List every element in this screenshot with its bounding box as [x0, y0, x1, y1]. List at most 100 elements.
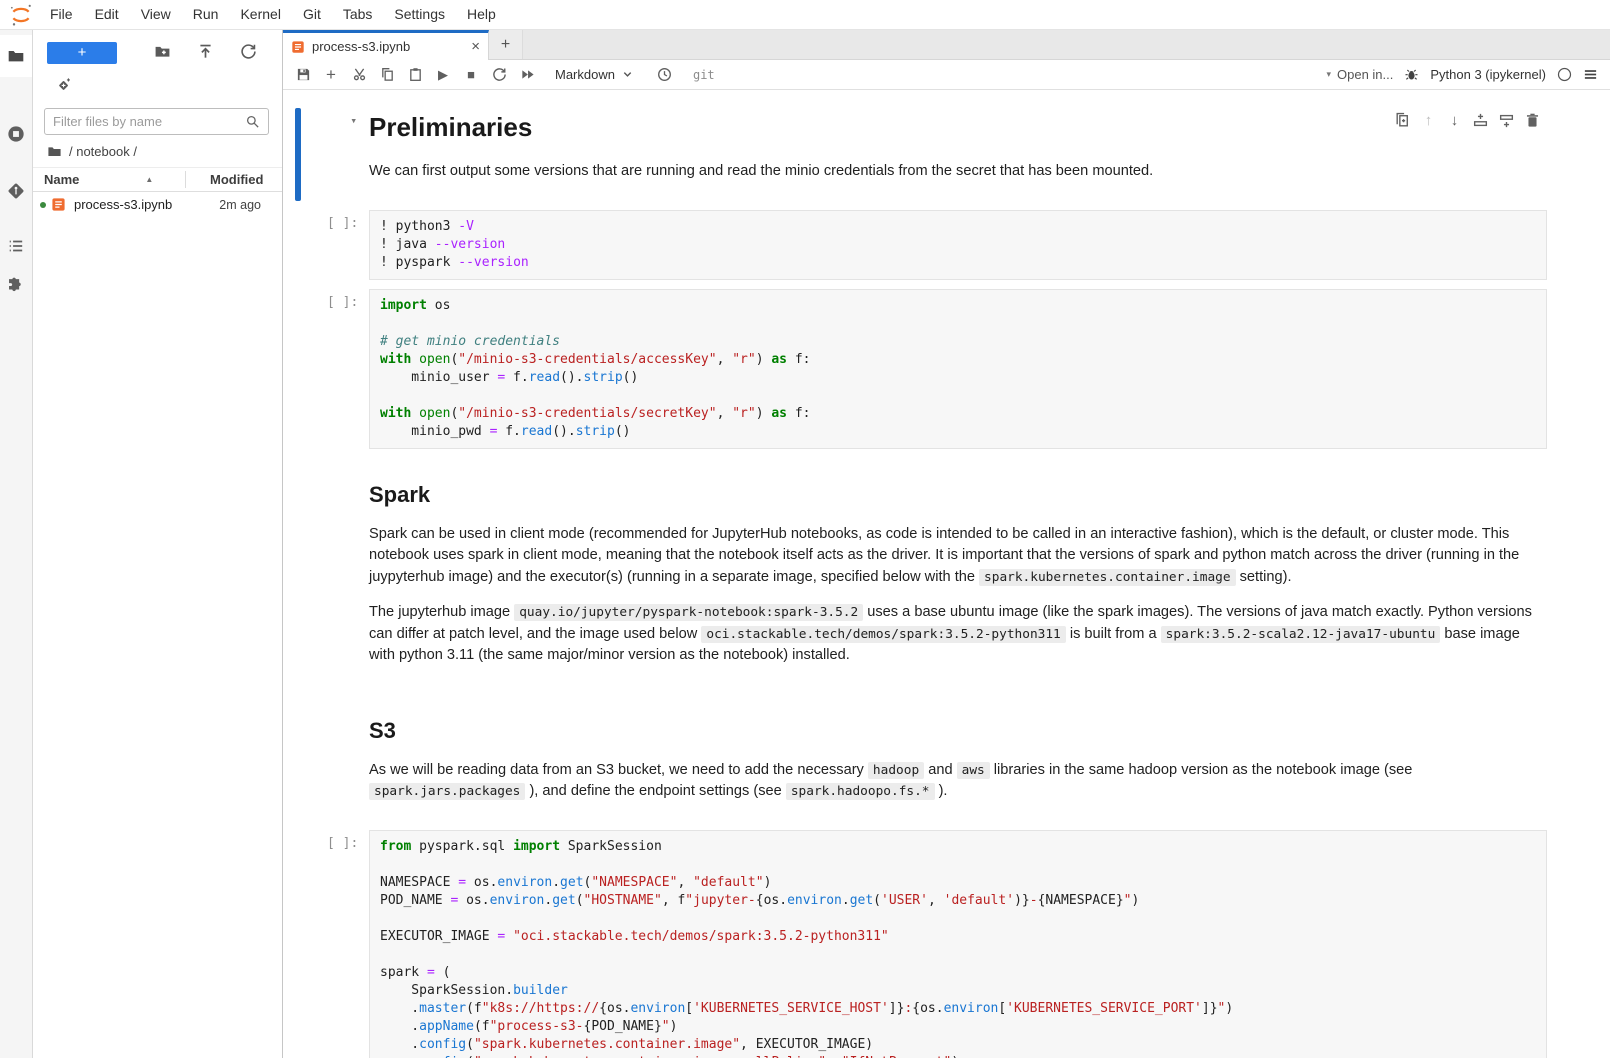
execution-time-icon[interactable]	[651, 62, 679, 88]
cell-type-value: Markdown	[555, 67, 615, 82]
git-status-label[interactable]: git	[693, 68, 715, 82]
markdown-paragraph: As we will be reading data from an S3 bu…	[369, 760, 1547, 803]
cell-prompt: [ ]:	[301, 830, 369, 1058]
notebook-content: ▾ PreliminariesWe can first output some v…	[283, 90, 1610, 1058]
file-list: process-s3.ipynb2m ago	[33, 192, 282, 217]
column-modified[interactable]: Modified	[210, 172, 263, 187]
cell-type-dropdown[interactable]: Markdown	[555, 67, 633, 82]
code-editor[interactable]: from pyspark.sql import SparkSessionNAME…	[369, 830, 1547, 1058]
column-name[interactable]: Name	[44, 172, 79, 187]
new-folder-icon[interactable]	[154, 43, 171, 60]
cell-prompt	[301, 694, 369, 821]
file-list-header: Name ▲ Modified	[33, 167, 282, 192]
hamburger-menu-icon[interactable]	[1583, 67, 1598, 82]
move-down-icon[interactable]: ↓	[1446, 112, 1463, 129]
kernel-name[interactable]: Python 3 (ipykernel)	[1430, 67, 1546, 82]
cut-icon	[352, 67, 367, 82]
upload-icon[interactable]	[197, 43, 214, 60]
save-icon	[296, 67, 311, 82]
breadcrumb[interactable]: / notebook /	[33, 137, 282, 165]
cell-toolbar: ↑↓	[1389, 109, 1546, 132]
move-up-icon[interactable]: ↑	[1420, 112, 1437, 129]
code-editor[interactable]: ! python3 -V! java --version! pyspark --…	[369, 210, 1547, 280]
run-icon: ▶	[436, 67, 451, 82]
sidebar-tab-file-browser[interactable]	[0, 35, 32, 77]
markdown-cell: S3As we will be reading data from an S3 …	[295, 694, 1547, 821]
stop-icon: ■	[464, 67, 479, 82]
sidebar-icon-strip	[0, 30, 33, 1058]
fast-forward-button[interactable]	[513, 62, 541, 88]
menu-edit[interactable]: Edit	[84, 1, 130, 27]
fast-forward-icon	[520, 67, 535, 82]
menu-help[interactable]: Help	[456, 1, 507, 27]
toc-icon	[7, 237, 25, 255]
cell-prompt	[301, 458, 369, 685]
insert-below-icon[interactable]	[1498, 112, 1515, 129]
filter-files-box[interactable]	[44, 108, 269, 135]
copy-button[interactable]	[373, 62, 401, 88]
paste-button[interactable]	[401, 62, 429, 88]
restart-button[interactable]	[485, 62, 513, 88]
restart-icon	[492, 67, 507, 82]
sidebar-tab-table-of-contents[interactable]	[0, 225, 32, 267]
collapse-heading-icon[interactable]: ▾	[327, 114, 357, 127]
home-folder-icon[interactable]	[47, 144, 62, 159]
cut-button[interactable]	[345, 62, 373, 88]
close-tab-icon[interactable]: ×	[471, 39, 480, 54]
add-icon: +	[324, 67, 339, 82]
breadcrumb-path: / notebook /	[69, 144, 137, 159]
code-cell: [ ]:from pyspark.sql import SparkSession…	[295, 830, 1547, 1058]
notebook-file-icon	[291, 40, 305, 54]
markdown-body[interactable]: SparkSpark can be used in client mode (r…	[369, 458, 1547, 685]
git-icon	[7, 182, 25, 200]
new-launcher-button[interactable]: +	[47, 42, 117, 64]
tab-process-s3[interactable]: process-s3.ipynb ×	[283, 30, 489, 60]
stop-circle-icon	[7, 125, 25, 143]
duplicate-icon[interactable]	[1394, 112, 1411, 129]
menu-file[interactable]: File	[39, 1, 84, 27]
menu-git[interactable]: Git	[292, 1, 332, 27]
sidebar-tab-git-panel[interactable]	[0, 170, 32, 212]
filter-files-input[interactable]	[53, 114, 245, 129]
code-editor[interactable]: import os# get minio credentialswith ope…	[369, 289, 1547, 449]
new-tab-button[interactable]: +	[489, 30, 523, 59]
chevron-down-icon	[622, 69, 633, 80]
caret-down-icon: ▾	[1326, 69, 1331, 80]
save-button[interactable]	[289, 62, 317, 88]
menu-kernel[interactable]: Kernel	[229, 1, 291, 27]
cell-prompt: ▾	[301, 108, 369, 201]
file-browser-panel: + / notebook / Name ▲ Modified process-s…	[33, 30, 283, 1058]
debugger-bug-icon[interactable]	[1404, 67, 1419, 82]
menu-run[interactable]: Run	[182, 1, 230, 27]
stop-button[interactable]: ■	[457, 62, 485, 88]
sidebar-tab-extension-manager[interactable]	[0, 263, 32, 305]
markdown-body[interactable]: PreliminariesWe can first output some ve…	[369, 108, 1547, 201]
menu-tabs[interactable]: Tabs	[332, 1, 384, 27]
copy-icon	[380, 67, 395, 82]
column-divider	[185, 171, 186, 188]
puzzle-icon	[7, 275, 25, 293]
markdown-heading: Spark	[369, 482, 1547, 508]
insert-above-icon[interactable]	[1472, 112, 1489, 129]
markdown-body[interactable]: S3As we will be reading data from an S3 …	[369, 694, 1547, 821]
markdown-heading: Preliminaries	[369, 112, 1547, 143]
notebook-file-icon	[51, 197, 66, 212]
tab-title: process-s3.ipynb	[312, 39, 410, 54]
add-button[interactable]: +	[317, 62, 345, 88]
code-cell: [ ]:import os# get minio credentialswith…	[295, 289, 1547, 449]
sidebar-tab-running-sessions[interactable]	[0, 113, 32, 155]
file-browser-secondary-toolbar	[33, 68, 282, 102]
file-browser-toolbar: +	[33, 30, 282, 68]
file-row[interactable]: process-s3.ipynb2m ago	[33, 192, 282, 217]
paste-icon	[408, 67, 423, 82]
open-in-dropdown[interactable]: ▾ Open in...	[1326, 67, 1393, 82]
markdown-paragraph: The jupyterhub image quay.io/jupyter/pys…	[369, 602, 1547, 667]
jupyter-logo-icon	[9, 3, 33, 27]
refresh-icon[interactable]	[240, 43, 257, 60]
tab-bar: process-s3.ipynb × +	[283, 30, 1610, 60]
run-button[interactable]: ▶	[429, 62, 457, 88]
menu-view[interactable]: View	[130, 1, 182, 27]
git-clone-icon[interactable]	[56, 77, 72, 93]
delete-icon[interactable]	[1524, 112, 1541, 129]
menu-settings[interactable]: Settings	[383, 1, 456, 27]
